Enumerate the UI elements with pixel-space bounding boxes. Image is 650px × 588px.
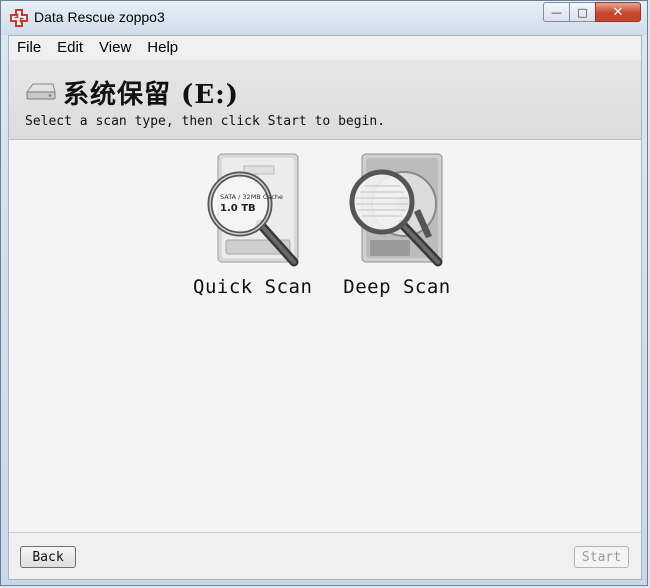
wizard-footer: Back Start: [9, 532, 641, 579]
client-area: File Edit View Help 系统保留 (E:) Select a s…: [8, 35, 642, 580]
deep-scan-option[interactable]: Deep Scan: [342, 152, 452, 298]
app-window: Data Rescue zoppo3 — □ ✕ File Edit View …: [0, 0, 648, 586]
window-controls: — □ ✕: [543, 2, 641, 22]
volume-header: 系统保留 (E:) Select a scan type, then click…: [9, 60, 641, 140]
menu-edit[interactable]: Edit: [49, 36, 91, 60]
menu-view[interactable]: View: [91, 36, 139, 60]
window-title: Data Rescue zoppo3: [34, 9, 165, 25]
menu-bar: File Edit View Help: [9, 36, 641, 60]
deep-scan-label: Deep Scan: [343, 276, 451, 298]
quick-scan-drive-magnifier-icon: SATA / 32MB Cache 1.0 TB: [207, 153, 299, 267]
back-button[interactable]: Back: [20, 546, 76, 568]
drive-label-spec: SATA / 32MB Cache: [220, 193, 283, 201]
deep-scan-open-drive-magnifier-icon: [349, 153, 443, 267]
start-button[interactable]: Start: [574, 546, 629, 568]
maximize-button[interactable]: □: [569, 2, 595, 22]
instruction-text: Select a scan type, then click Start to …: [25, 114, 386, 129]
minimize-icon: —: [551, 5, 562, 19]
maximize-icon: □: [577, 5, 588, 19]
hard-drive-icon: [26, 83, 56, 100]
close-button[interactable]: ✕: [595, 2, 641, 22]
volume-title: 系统保留 (E:): [63, 80, 240, 110]
drive-label-capacity: 1.0 TB: [220, 203, 256, 214]
quick-scan-option[interactable]: SATA / 32MB Cache 1.0 TB Quick Scan: [193, 152, 312, 298]
menu-file[interactable]: File: [9, 36, 49, 60]
menu-help[interactable]: Help: [139, 36, 186, 60]
data-rescue-app-icon: [10, 9, 28, 27]
minimize-button[interactable]: —: [543, 2, 569, 22]
close-icon: ✕: [612, 4, 624, 20]
title-bar[interactable]: Data Rescue zoppo3 — □ ✕: [1, 1, 647, 35]
scan-type-panel: SATA / 32MB Cache 1.0 TB Quick Scan Deep…: [9, 140, 641, 532]
quick-scan-label: Quick Scan: [193, 276, 313, 298]
